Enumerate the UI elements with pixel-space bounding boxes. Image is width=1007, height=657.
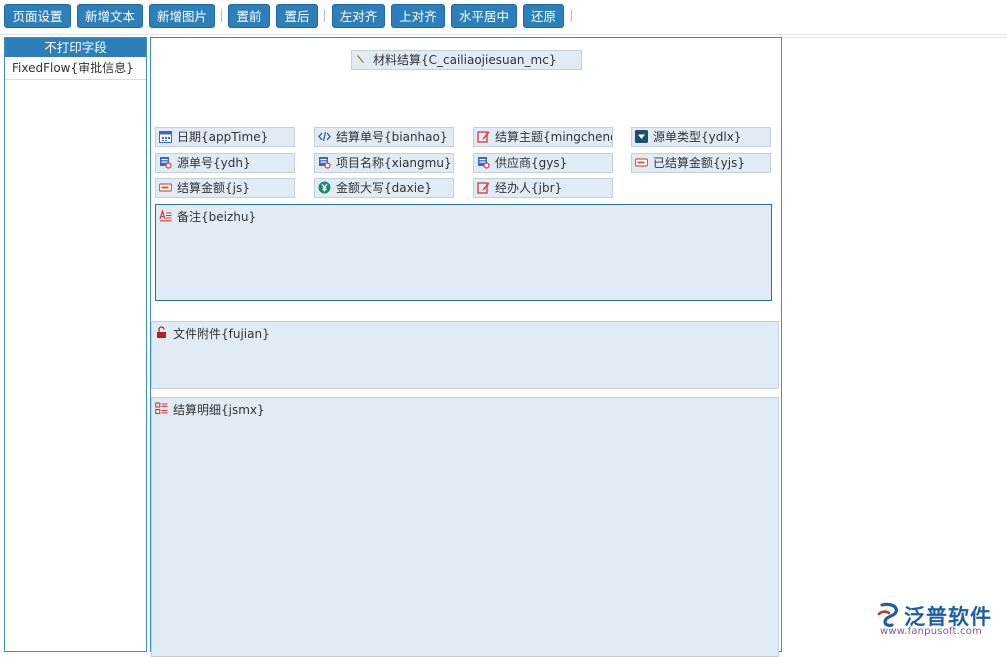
field-label: 备注{beizhu} <box>177 208 256 225</box>
field-label: 项目名称{xiangmu} <box>336 154 452 172</box>
field-label: 结算单号{bianhao} <box>336 128 447 146</box>
toolbar-separator <box>324 9 325 22</box>
field-label: 金额大写{daxie} <box>336 179 432 197</box>
field-label: 已结算金额{yjs} <box>653 154 745 172</box>
pencil-icon <box>355 53 368 66</box>
field-source-no[interactable]: 源单号{ydh} <box>155 153 295 173</box>
calendar-icon <box>159 130 172 143</box>
textarea-icon <box>159 209 172 222</box>
lookup-icon <box>318 156 331 169</box>
field-label: 文件附件{fujian} <box>173 325 270 342</box>
field-label: 结算金额{js} <box>177 179 250 197</box>
field-label: 结算明细{jsmx} <box>173 401 265 418</box>
code-icon <box>318 130 331 143</box>
field-attachment[interactable]: 文件附件{fujian} <box>151 321 779 389</box>
field-label: 日期{appTime} <box>177 128 268 146</box>
field-settled-amount[interactable]: 已结算金额{yjs} <box>631 153 771 173</box>
field-label: 结算主题{mingcheng} <box>495 128 613 146</box>
non-print-field-item[interactable]: FixedFlow{审批信息} <box>5 57 146 80</box>
align-left-button[interactable]: 左对齐 <box>332 4 385 28</box>
field-project-name[interactable]: 项目名称{xiangmu} <box>314 153 454 173</box>
field-settlement-subject[interactable]: 结算主题{mingcheng} <box>473 127 613 147</box>
field-supplier[interactable]: 供应商{gys} <box>473 153 613 173</box>
field-date[interactable]: 日期{appTime} <box>155 127 295 147</box>
field-settlement-no[interactable]: 结算单号{bianhao} <box>314 127 454 147</box>
field-label: 供应商{gys} <box>495 154 567 172</box>
edit-icon <box>477 130 490 143</box>
field-settlement-amount[interactable]: 结算金额{js} <box>155 178 295 198</box>
dropdown-icon <box>635 130 648 143</box>
title-field[interactable]: 材料结算{C_cailiaojiesuan_mc} <box>351 50 582 70</box>
brand-logo: 泛普软件 www.fanpusoft.com <box>876 601 1001 641</box>
field-source-type[interactable]: 源单类型{ydlx} <box>631 127 771 147</box>
send-back-button[interactable]: 置后 <box>276 4 318 28</box>
center-horizontal-button[interactable]: 水平居中 <box>451 4 517 28</box>
edit-icon <box>477 181 490 194</box>
add-text-button[interactable]: 新增文本 <box>77 4 143 28</box>
logo-url-text: www.fanpusoft.com <box>880 626 982 637</box>
list-icon <box>155 402 168 415</box>
lookup-icon <box>477 156 490 169</box>
restore-button[interactable]: 还原 <box>523 4 564 28</box>
field-handler[interactable]: 经办人{jbr} <box>473 178 613 198</box>
add-image-button[interactable]: 新增图片 <box>149 4 215 28</box>
field-label: 源单类型{ydlx} <box>653 128 741 146</box>
field-detail-table[interactable]: 结算明细{jsmx} <box>151 397 779 657</box>
logo-mark-icon <box>876 602 904 628</box>
toolbar-separator <box>571 9 572 22</box>
lookup-icon <box>159 156 172 169</box>
design-canvas: 材料结算{C_cailiaojiesuan_mc} 日期{appTime} 结算… <box>150 37 782 652</box>
right-panel <box>782 37 1007 649</box>
field-amount-in-words[interactable]: 金额大写{daxie} <box>314 178 454 198</box>
toolbar: 页面设置 新增文本 新增图片 置前 置后 左对齐 上对齐 水平居中 还原 <box>0 0 1007 35</box>
field-label: 经办人{jbr} <box>495 179 562 197</box>
align-top-button[interactable]: 上对齐 <box>391 4 445 28</box>
page-settings-button[interactable]: 页面设置 <box>4 4 71 28</box>
bring-front-button[interactable]: 置前 <box>228 4 270 28</box>
attachment-icon <box>155 326 168 339</box>
textbox-icon <box>635 156 648 169</box>
non-print-fields-header: 不打印字段 <box>5 38 146 57</box>
field-remark[interactable]: 备注{beizhu} <box>155 204 772 301</box>
toolbar-separator <box>221 9 222 22</box>
title-field-label: 材料结算{C_cailiaojiesuan_mc} <box>373 51 556 69</box>
textbox-icon <box>159 181 172 194</box>
non-print-fields-panel: 不打印字段 FixedFlow{审批信息} <box>4 37 147 652</box>
yen-icon <box>318 181 331 194</box>
field-label: 源单号{ydh} <box>177 154 251 172</box>
